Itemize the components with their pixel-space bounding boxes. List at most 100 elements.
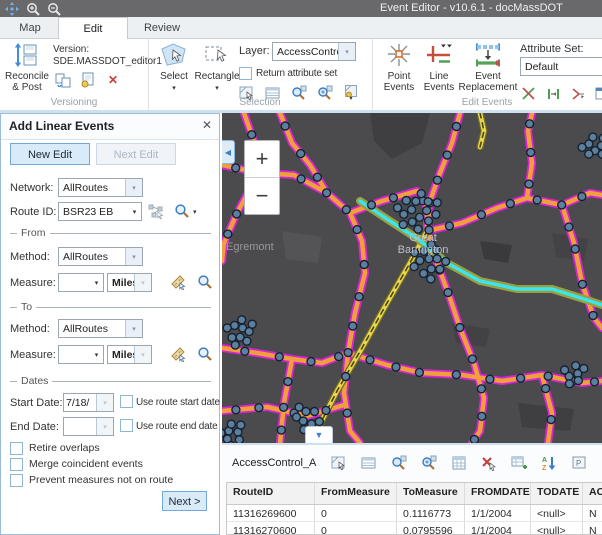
reconcile-post-button[interactable]: Reconcile & Post bbox=[4, 42, 50, 93]
event-marker[interactable] bbox=[547, 416, 555, 424]
event-marker[interactable] bbox=[427, 265, 435, 273]
start-date-input[interactable]: 7/18/ ▾ bbox=[63, 393, 114, 412]
event-marker[interactable] bbox=[424, 198, 432, 206]
event-marker[interactable] bbox=[574, 377, 582, 385]
map-viewport[interactable]: EgremontGreatBarrington ◀ + − ▼ bbox=[222, 113, 602, 443]
grid-sort-icon[interactable]: AZ bbox=[540, 455, 557, 472]
event-marker[interactable] bbox=[335, 353, 343, 361]
end-date-dropdown[interactable]: ▾ bbox=[96, 418, 113, 435]
from-unit-combobox[interactable]: Miles ▾ bbox=[107, 273, 152, 292]
event-marker[interactable] bbox=[231, 341, 239, 349]
event-marker[interactable] bbox=[402, 197, 410, 205]
table-row[interactable]: 1131627060000.07955961/1/2004<null>N bbox=[227, 522, 602, 535]
delete-version-icon[interactable]: ✕ bbox=[105, 72, 121, 88]
event-marker[interactable] bbox=[417, 190, 425, 198]
column-header-fromdate[interactable]: FROMDATE bbox=[465, 483, 531, 504]
next-edit-button[interactable]: Next Edit bbox=[96, 143, 176, 165]
from-method-dropdown[interactable]: ▾ bbox=[125, 248, 142, 265]
event-marker[interactable] bbox=[561, 366, 569, 374]
grid-zoom-to-selection-icon[interactable] bbox=[390, 455, 407, 472]
select-route-on-map-icon[interactable] bbox=[147, 203, 165, 220]
event-marker[interactable] bbox=[297, 150, 305, 158]
event-marker[interactable] bbox=[243, 337, 251, 345]
event-marker[interactable] bbox=[323, 189, 331, 197]
event-replacement-button[interactable]: Event Replacement bbox=[458, 42, 518, 93]
layer-combobox[interactable]: AccessControl_A ▾ bbox=[272, 42, 356, 61]
to-method-combobox[interactable]: AllRoutes ▾ bbox=[58, 319, 143, 338]
to-method-dropdown[interactable]: ▾ bbox=[125, 320, 142, 337]
network-dropdown-button[interactable]: ▾ bbox=[125, 179, 142, 196]
new-edit-button[interactable]: New Edit bbox=[10, 143, 90, 165]
grid-table-icon[interactable] bbox=[360, 455, 377, 472]
event-marker[interactable] bbox=[297, 175, 305, 183]
event-marker[interactable] bbox=[307, 358, 315, 366]
event-marker[interactable] bbox=[477, 211, 485, 219]
event-marker[interactable] bbox=[248, 320, 256, 328]
event-marker[interactable] bbox=[238, 316, 246, 324]
event-marker[interactable] bbox=[425, 255, 433, 263]
column-header-frommeasure[interactable]: FromMeasure bbox=[315, 483, 397, 504]
column-header-todate[interactable]: TODATE bbox=[531, 483, 583, 504]
event-marker[interactable] bbox=[425, 217, 433, 225]
event-marker[interactable] bbox=[486, 375, 494, 383]
event-marker[interactable] bbox=[433, 255, 441, 263]
event-marker[interactable] bbox=[589, 133, 597, 141]
rectangle-tool-button[interactable]: Rectangle ▾ bbox=[194, 42, 240, 94]
close-icon[interactable]: ✕ bbox=[202, 118, 212, 132]
select-dropdown-caret[interactable]: ▾ bbox=[172, 83, 176, 94]
checkbox[interactable] bbox=[10, 458, 23, 471]
route-id-combobox[interactable]: BSR23 EB ▾ bbox=[58, 202, 142, 221]
event-marker[interactable] bbox=[366, 356, 374, 364]
event-marker[interactable] bbox=[506, 200, 514, 208]
event-marker[interactable] bbox=[443, 151, 451, 159]
event-marker[interactable] bbox=[533, 196, 541, 204]
event-marker[interactable] bbox=[241, 347, 249, 355]
zoom-route-caret[interactable]: ▾ bbox=[193, 208, 197, 216]
event-marker[interactable] bbox=[311, 408, 319, 416]
event-marker[interactable] bbox=[315, 418, 323, 426]
event-marker[interactable] bbox=[295, 403, 303, 411]
event-marker[interactable] bbox=[442, 257, 450, 265]
event-marker[interactable] bbox=[571, 245, 579, 253]
event-marker[interactable] bbox=[436, 265, 444, 273]
start-date-dropdown[interactable]: ▾ bbox=[96, 394, 113, 411]
event-marker[interactable] bbox=[580, 365, 588, 373]
event-marker[interactable] bbox=[237, 421, 245, 429]
collapse-table-panel-button[interactable]: ▼ bbox=[305, 426, 333, 443]
event-marker[interactable] bbox=[344, 349, 352, 357]
event-marker[interactable] bbox=[477, 385, 485, 393]
event-marker[interactable] bbox=[228, 334, 236, 342]
table-row[interactable]: 1131626960000.11167731/1/2004<null>N bbox=[227, 505, 602, 522]
layer-dropdown-button[interactable]: ▾ bbox=[338, 43, 355, 60]
to-measure-input[interactable]: ▾ bbox=[58, 345, 104, 364]
event-marker[interactable] bbox=[578, 280, 586, 288]
event-marker[interactable] bbox=[578, 193, 586, 201]
event-marker[interactable] bbox=[597, 142, 602, 150]
event-marker[interactable] bbox=[410, 263, 418, 271]
grid-layer-label[interactable]: AccessControl_A bbox=[232, 457, 316, 469]
event-marker[interactable] bbox=[416, 213, 424, 221]
event-marker[interactable] bbox=[544, 372, 552, 380]
from-measure-caret[interactable]: ▾ bbox=[90, 279, 103, 287]
event-marker[interactable] bbox=[235, 436, 243, 443]
event-marker[interactable] bbox=[394, 204, 402, 212]
event-marker[interactable] bbox=[223, 324, 231, 332]
event-marker[interactable] bbox=[589, 312, 597, 320]
column-header-routeid[interactable]: RouteID bbox=[227, 483, 315, 504]
zoom-in-icon[interactable] bbox=[26, 2, 40, 16]
event-marker[interactable] bbox=[445, 222, 453, 230]
event-marker[interactable] bbox=[233, 210, 241, 218]
event-marker[interactable] bbox=[400, 210, 408, 218]
event-marker[interactable] bbox=[412, 197, 420, 205]
event-marker[interactable] bbox=[598, 150, 602, 158]
grid-add-record-icon[interactable] bbox=[510, 455, 527, 472]
event-marker[interactable] bbox=[342, 206, 350, 214]
grid-show-attributes-icon[interactable]: P bbox=[570, 455, 587, 472]
map-zoom-out-button[interactable]: − bbox=[245, 178, 279, 214]
event-marker[interactable] bbox=[565, 380, 573, 388]
event-marker[interactable] bbox=[408, 218, 416, 226]
event-marker[interactable] bbox=[392, 363, 400, 371]
event-marker[interactable] bbox=[399, 221, 407, 229]
event-marker[interactable] bbox=[368, 201, 376, 209]
event-marker[interactable] bbox=[444, 289, 452, 297]
